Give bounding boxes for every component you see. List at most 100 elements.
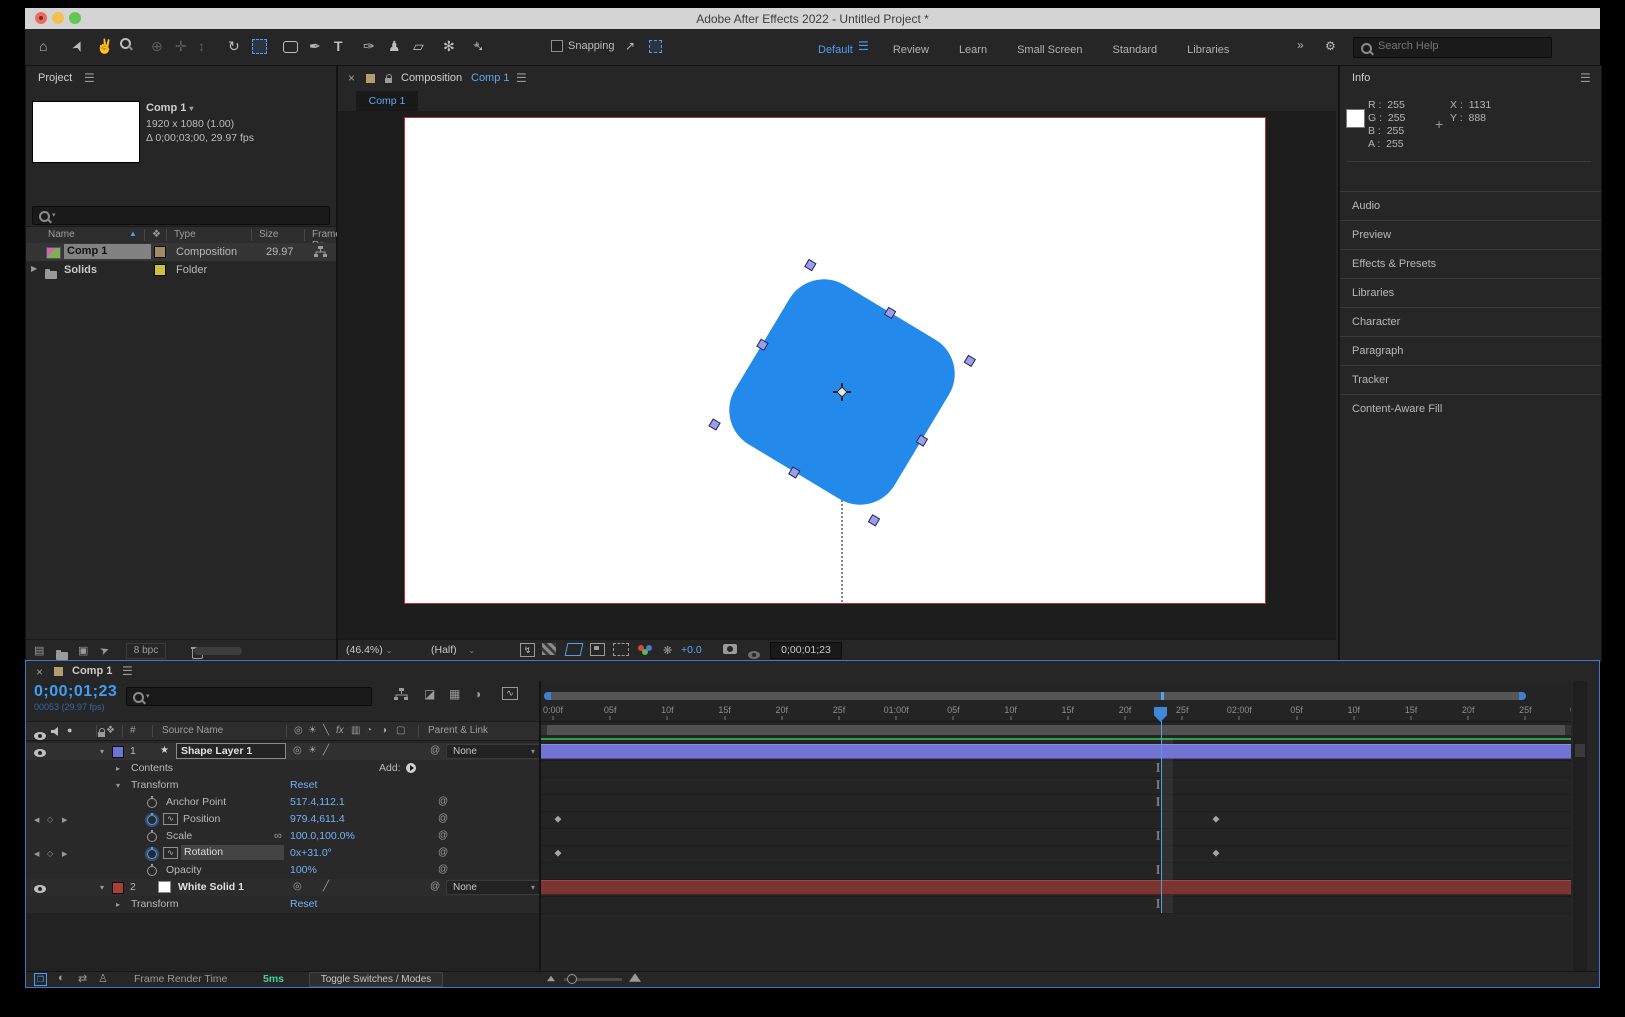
property-pickwhip-icon[interactable]: @	[438, 830, 448, 841]
anchor-point-label[interactable]: Anchor Point	[166, 796, 226, 808]
zoom-tool-icon[interactable]	[120, 36, 131, 52]
project-panel-menu-icon[interactable]: ☰	[84, 71, 95, 85]
layer-label-swatch[interactable]	[112, 746, 124, 758]
property-pickwhip-icon[interactable]: @	[438, 864, 448, 875]
workspace-small-screen[interactable]: Small Screen	[1017, 44, 1082, 56]
panel-preview[interactable]: Preview	[1340, 220, 1601, 249]
column-size[interactable]: Size	[259, 229, 278, 240]
contents-label[interactable]: Contents	[131, 762, 173, 774]
contents-row[interactable]: ▸ Contents Add:	[26, 760, 539, 777]
puppet-pin-tool-icon[interactable]: ➳	[469, 36, 489, 56]
snap-region-icon[interactable]	[649, 40, 662, 53]
layer-name[interactable]: White Solid 1	[178, 881, 244, 893]
vertical-scrollbar[interactable]	[1573, 681, 1587, 971]
property-pickwhip-icon[interactable]: @	[438, 813, 448, 824]
position-label[interactable]: Position	[183, 813, 220, 825]
stopwatch-icon[interactable]	[147, 866, 157, 876]
pen-tool-icon[interactable]: ✒	[309, 38, 321, 54]
zoom-out-timeline-icon[interactable]	[547, 976, 555, 982]
timeline-search-box[interactable]: ▾	[126, 687, 372, 706]
panel-libraries[interactable]: Libraries	[1340, 278, 1601, 307]
workspace-overflow-chevron[interactable]: »	[1297, 38, 1304, 52]
next-keyframe-icon[interactable]: ▶	[62, 850, 67, 858]
property-graph-icon[interactable]: ∿	[163, 813, 178, 825]
expand-layers-icon[interactable]: ❐	[34, 973, 47, 986]
horizontal-scrollbar[interactable]	[194, 647, 242, 655]
current-timecode[interactable]: 0;00;01;23	[34, 683, 117, 701]
parent-pickwhip-icon[interactable]: @	[430, 881, 440, 892]
layer-2-duration-bar[interactable]	[541, 880, 1571, 895]
workspace-review[interactable]: Review	[893, 44, 929, 56]
twirl-icon[interactable]: ▾	[100, 747, 104, 756]
previous-keyframe-icon[interactable]: ◀	[34, 850, 39, 858]
shy-switch[interactable]: ◎	[293, 881, 302, 892]
layer-name[interactable]: Shape Layer 1	[176, 743, 286, 759]
timeline-tab[interactable]: Comp 1	[72, 665, 112, 677]
project-row-comp1[interactable]: Comp 1 Composition 29.97	[26, 243, 336, 261]
column-name[interactable]: Name	[48, 229, 75, 240]
label-swatch[interactable]	[154, 264, 166, 276]
property-pickwhip-icon[interactable]: @	[438, 847, 448, 858]
type-tool-icon[interactable]: T	[334, 38, 343, 54]
zoom-in-timeline-icon[interactable]	[629, 973, 641, 981]
orbit-camera-tool-icon[interactable]: ⊕	[151, 38, 163, 54]
workspace-default[interactable]: Default	[818, 44, 853, 56]
region-of-interest-icon[interactable]	[590, 643, 605, 656]
label-column-icon[interactable]: ❖	[152, 229, 161, 240]
parent-pickwhip-icon[interactable]: @	[430, 745, 440, 756]
pan-camera-tool-icon[interactable]: ✛	[175, 38, 187, 54]
scale-row[interactable]: Scale ∞ 100.0,100.0% @	[26, 828, 539, 845]
exposure-value[interactable]: +0.0	[681, 644, 702, 656]
workspace-libraries[interactable]: Libraries	[1187, 44, 1229, 56]
snapshot-icon[interactable]	[723, 644, 737, 654]
magnification-dropdown[interactable]: (46.4%) ⌄	[346, 644, 392, 656]
help-search-input[interactable]	[1376, 39, 1545, 53]
twirl-icon[interactable]: ▸	[116, 900, 120, 909]
pan-behind-tool-icon[interactable]	[252, 39, 267, 54]
mask-visibility-icon[interactable]	[565, 643, 584, 656]
parent-dropdown[interactable]: None▾	[446, 744, 540, 759]
color-depth-button[interactable]: 8 bpc	[126, 643, 166, 659]
dolly-camera-tool-icon[interactable]: ↕	[198, 38, 205, 54]
stopwatch-icon-active[interactable]	[147, 849, 157, 859]
resolution-dropdown[interactable]: (Half) ⌄	[431, 644, 475, 656]
eraser-tool-icon[interactable]: ▱	[413, 38, 424, 54]
opacity-row[interactable]: Opacity 100% @	[26, 862, 539, 879]
workspace-menu-icon[interactable]: ☰	[858, 39, 869, 53]
rotation-tool-icon[interactable]: ↻	[228, 38, 240, 54]
twirl-icon[interactable]: ▾	[100, 883, 104, 892]
project-row-name[interactable]: Comp 1	[64, 244, 151, 259]
project-row-name[interactable]: Solids	[64, 264, 97, 276]
panel-character[interactable]: Character	[1340, 307, 1601, 336]
collapse-switch[interactable]: ☀	[308, 745, 317, 756]
home-icon[interactable]: ⌂	[39, 38, 47, 54]
project-search-box[interactable]: ▾	[32, 206, 330, 225]
show-snapshot-icon[interactable]	[748, 651, 760, 659]
anchor-point-value[interactable]: 517.4,112.1	[290, 796, 345, 808]
transform-label[interactable]: Transform	[131, 779, 178, 791]
scale-value[interactable]: 100.0,100.0%	[290, 830, 355, 842]
info-panel-menu-icon[interactable]: ☰	[1580, 71, 1591, 85]
quality-switch[interactable]: ╱	[323, 881, 329, 892]
brainstorm-icon[interactable]: ♙	[98, 972, 108, 985]
work-area-start-handle[interactable]	[541, 725, 547, 735]
reset-link[interactable]: Reset	[290, 898, 317, 910]
footage-interpretation-icon[interactable]: ▤	[34, 644, 44, 657]
set-keyframe-icon[interactable]: ◇	[47, 815, 53, 824]
reset-link[interactable]: Reset	[290, 779, 317, 791]
graph-editor-icon[interactable]: ∿	[502, 687, 518, 700]
fast-previews-icon[interactable]: ↯	[520, 643, 535, 657]
sort-ascending-icon[interactable]: ▲	[129, 229, 137, 238]
composition-panel-menu-icon[interactable]: ☰	[516, 71, 527, 85]
motion-blur-enable-icon[interactable]: ⇄	[78, 972, 87, 985]
position-value[interactable]: 979.4,611.4	[290, 813, 345, 825]
brush-tool-icon[interactable]: ✑	[363, 38, 375, 54]
composition-viewer[interactable]	[338, 111, 1336, 639]
layer-label-swatch[interactable]	[112, 882, 124, 894]
position-keyframe-diamond[interactable]: ◆	[1213, 814, 1220, 825]
shy-switch[interactable]: ◎	[293, 745, 302, 756]
workspace-settings-icon[interactable]: ⚙	[1325, 38, 1336, 54]
frame-blending-icon[interactable]: ▦	[449, 687, 460, 701]
layer-row-1[interactable]: ▾ 1 ★ Shape Layer 1 ◎ ☀ ╱ @ None▾	[26, 743, 539, 760]
layer-1-duration-bar[interactable]	[541, 744, 1571, 759]
